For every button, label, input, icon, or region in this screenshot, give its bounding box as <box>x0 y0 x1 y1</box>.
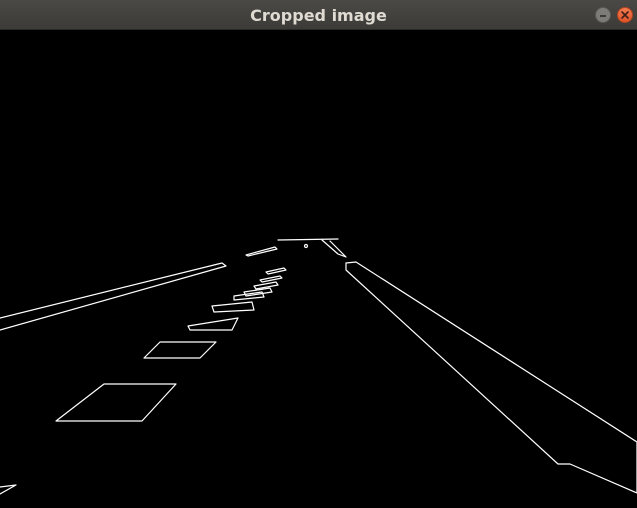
minimize-icon <box>600 15 606 17</box>
title-bar[interactable]: Cropped image <box>0 0 637 30</box>
close-icon <box>621 11 629 19</box>
window-title: Cropped image <box>250 6 387 25</box>
app-window: Cropped image <box>0 0 637 508</box>
edge-image-canvas <box>0 30 637 508</box>
minimize-button[interactable] <box>595 7 611 23</box>
close-button[interactable] <box>617 7 633 23</box>
